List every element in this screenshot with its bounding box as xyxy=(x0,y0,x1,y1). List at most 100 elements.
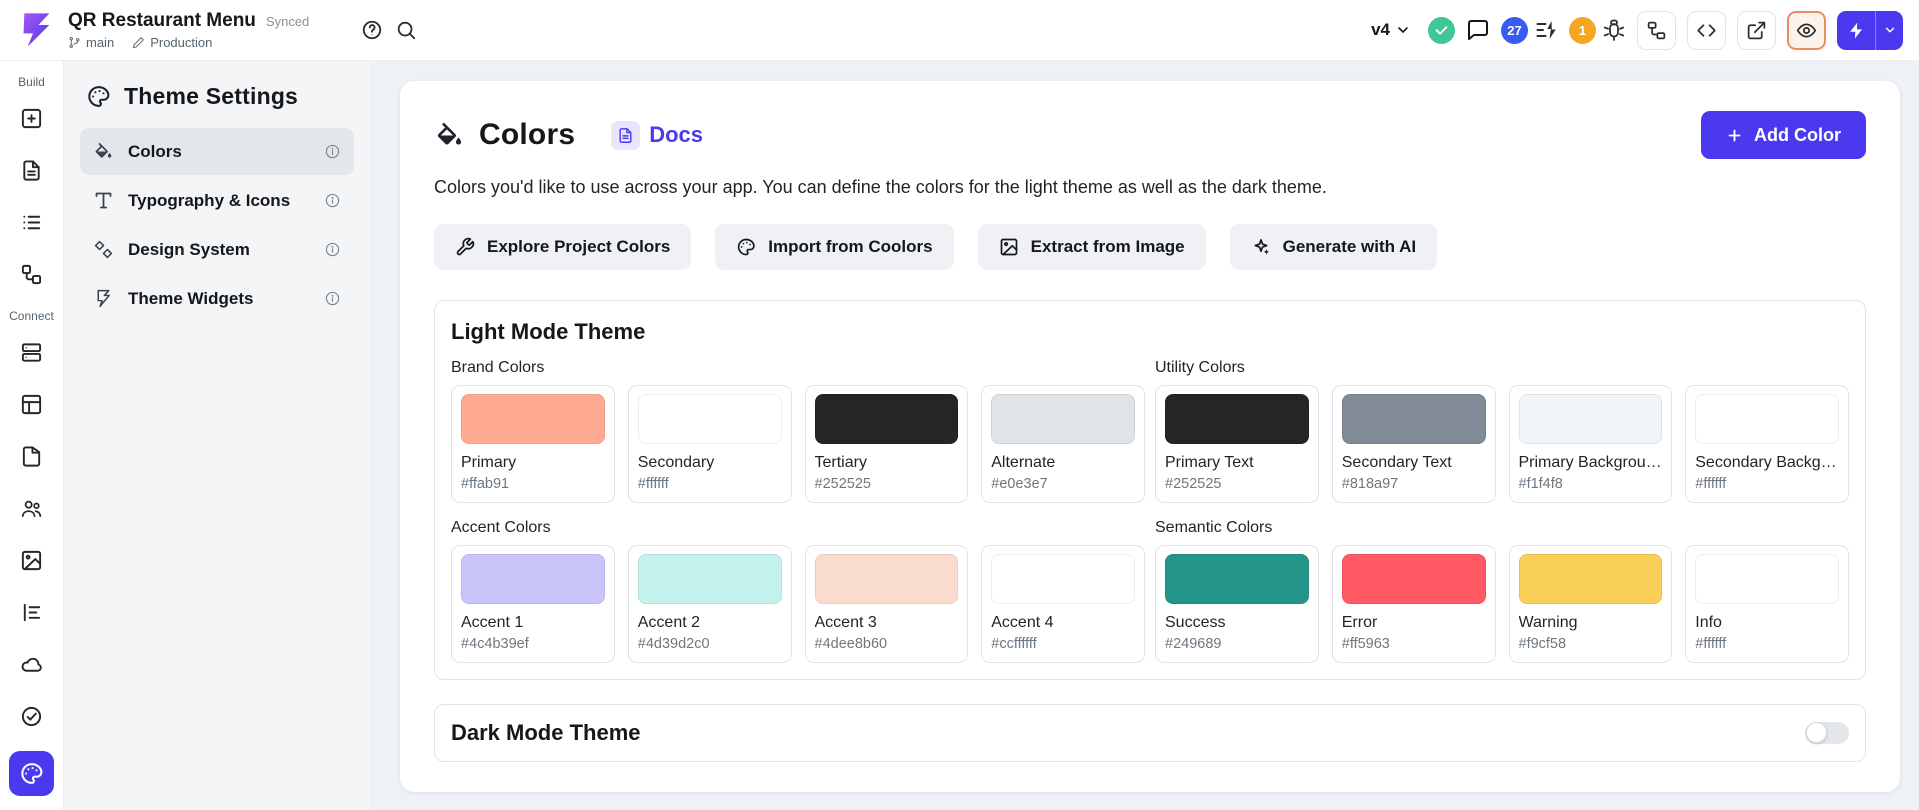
sidebar-item-colors[interactable]: Colors xyxy=(80,128,354,175)
search-icon xyxy=(395,19,417,41)
color-swatch[interactable] xyxy=(638,554,782,604)
color-swatch[interactable] xyxy=(815,394,959,444)
light-mode-section: Light Mode Theme Brand Colors Primary #f… xyxy=(434,300,1866,680)
color-card-alternate[interactable]: Alternate #e0e3e7 xyxy=(981,385,1145,503)
database-button[interactable] xyxy=(12,332,52,372)
color-card-accent-4[interactable]: Accent 4 #ccffffff xyxy=(981,545,1145,663)
color-swatch[interactable] xyxy=(991,394,1135,444)
run-split-button xyxy=(1837,11,1903,50)
environment-selector[interactable]: Production xyxy=(132,35,212,50)
color-swatch[interactable] xyxy=(1519,554,1663,604)
color-card-secondary-background[interactable]: Secondary Background #ffffff xyxy=(1685,385,1849,503)
explore-project-colors-button[interactable]: Explore Project Colors xyxy=(434,224,691,270)
app-logo[interactable] xyxy=(16,10,56,50)
typography-icon xyxy=(93,190,114,211)
color-card-accent-2[interactable]: Accent 2 #4d39d2c0 xyxy=(628,545,792,663)
issues-list-icon[interactable] xyxy=(1534,18,1558,42)
cloud-button[interactable] xyxy=(12,644,52,684)
color-swatch[interactable] xyxy=(1342,394,1486,444)
search-button[interactable] xyxy=(389,13,423,47)
palette-icon xyxy=(19,761,44,786)
preview-button[interactable] xyxy=(1787,11,1826,50)
color-card-primary-text[interactable]: Primary Text #252525 xyxy=(1155,385,1319,503)
pages-icon xyxy=(20,159,43,182)
color-group-semantic-colors: Semantic Colors Success #249689 Error #f… xyxy=(1155,519,1849,663)
color-card-info[interactable]: Info #ffffff xyxy=(1685,545,1849,663)
color-card-accent-3[interactable]: Accent 3 #4dee8b60 xyxy=(805,545,969,663)
ai-icon xyxy=(1251,237,1271,257)
sidebar-item-theme-widgets[interactable]: Theme Widgets xyxy=(80,275,354,322)
color-swatch[interactable] xyxy=(1695,554,1839,604)
color-card-secondary[interactable]: Secondary #ffffff xyxy=(628,385,792,503)
run-options-button[interactable] xyxy=(1876,11,1903,50)
color-actions-row: Explore Project Colors Import from Coolo… xyxy=(434,224,1866,270)
sync-status-button[interactable] xyxy=(1428,17,1455,44)
color-swatch[interactable] xyxy=(1342,554,1486,604)
color-hex: #249689 xyxy=(1165,636,1309,652)
project-title: QR Restaurant Menu xyxy=(68,10,256,32)
color-swatch[interactable] xyxy=(991,554,1135,604)
tests-button[interactable] xyxy=(12,696,52,736)
color-card-error[interactable]: Error #ff5963 xyxy=(1332,545,1496,663)
import-from-coolors-button[interactable]: Import from Coolors xyxy=(715,224,953,270)
branch-label: main xyxy=(86,35,114,50)
bug-icon[interactable] xyxy=(1602,18,1626,42)
help-button[interactable] xyxy=(355,13,389,47)
logs-button[interactable] xyxy=(12,592,52,632)
storyboard-button[interactable] xyxy=(12,254,52,294)
files-button[interactable] xyxy=(12,436,52,476)
color-card-warning[interactable]: Warning #f9cf58 xyxy=(1509,545,1673,663)
navigation-button[interactable] xyxy=(12,202,52,242)
color-swatch[interactable] xyxy=(638,394,782,444)
color-card-accent-1[interactable]: Accent 1 #4c4b39ef xyxy=(451,545,615,663)
team-button[interactable] xyxy=(12,488,52,528)
color-card-primary-background[interactable]: Primary Background #f1f4f8 xyxy=(1509,385,1673,503)
color-hex: #ffffff xyxy=(1695,476,1839,492)
info-icon[interactable] xyxy=(324,143,341,160)
dark-mode-toggle[interactable] xyxy=(1805,722,1849,744)
dashboard-button[interactable] xyxy=(12,384,52,424)
color-swatch[interactable] xyxy=(461,554,605,604)
add-color-button[interactable]: Add Color xyxy=(1701,111,1866,159)
color-card-primary[interactable]: Primary #ffab91 xyxy=(451,385,615,503)
info-icon[interactable] xyxy=(324,290,341,307)
run-button[interactable] xyxy=(1837,11,1875,50)
dark-mode-section: Dark Mode Theme xyxy=(434,704,1866,762)
color-swatch[interactable] xyxy=(815,554,959,604)
media-button[interactable] xyxy=(12,540,52,580)
color-name: Secondary xyxy=(638,454,782,472)
generate-with-ai-button[interactable]: Generate with AI xyxy=(1230,224,1438,270)
color-card-tertiary[interactable]: Tertiary #252525 xyxy=(805,385,969,503)
page-description: Colors you'd like to use across your app… xyxy=(434,177,1866,198)
main-content: Colors Docs Add Color Colors you'd like … xyxy=(370,61,1919,810)
theme-settings-active-button[interactable] xyxy=(9,751,54,796)
extract-from-image-button[interactable]: Extract from Image xyxy=(978,224,1206,270)
widget-tree-button[interactable] xyxy=(1637,11,1676,50)
left-rail: Build Connect xyxy=(0,61,64,810)
color-hex: #ffab91 xyxy=(461,476,605,492)
comments-button[interactable] xyxy=(1466,18,1490,42)
share-button[interactable] xyxy=(1737,11,1776,50)
color-swatch[interactable] xyxy=(1695,394,1839,444)
docs-link[interactable]: Docs xyxy=(611,121,703,150)
color-swatch[interactable] xyxy=(1165,394,1309,444)
info-icon[interactable] xyxy=(324,192,341,209)
color-card-success[interactable]: Success #249689 xyxy=(1155,545,1319,663)
warnings-count-badge[interactable]: 1 xyxy=(1569,17,1596,44)
color-hex: #f9cf58 xyxy=(1519,636,1663,652)
color-swatch[interactable] xyxy=(461,394,605,444)
sidebar-item-typography-icons[interactable]: Typography & Icons xyxy=(80,177,354,224)
color-card-secondary-text[interactable]: Secondary Text #818a97 xyxy=(1332,385,1496,503)
version-dropdown[interactable]: v4 xyxy=(1365,16,1417,44)
view-code-button[interactable] xyxy=(1687,11,1726,50)
pages-button[interactable] xyxy=(12,150,52,190)
branch-selector[interactable]: main xyxy=(68,35,114,50)
add-widget-button[interactable] xyxy=(12,98,52,138)
color-swatch[interactable] xyxy=(1519,394,1663,444)
issues-count-badge[interactable]: 27 xyxy=(1501,17,1528,44)
sidebar-item-design-system[interactable]: Design System xyxy=(80,226,354,273)
color-swatch[interactable] xyxy=(1165,554,1309,604)
help-icon xyxy=(361,19,383,41)
info-icon[interactable] xyxy=(324,241,341,258)
color-hex: #4d39d2c0 xyxy=(638,636,782,652)
